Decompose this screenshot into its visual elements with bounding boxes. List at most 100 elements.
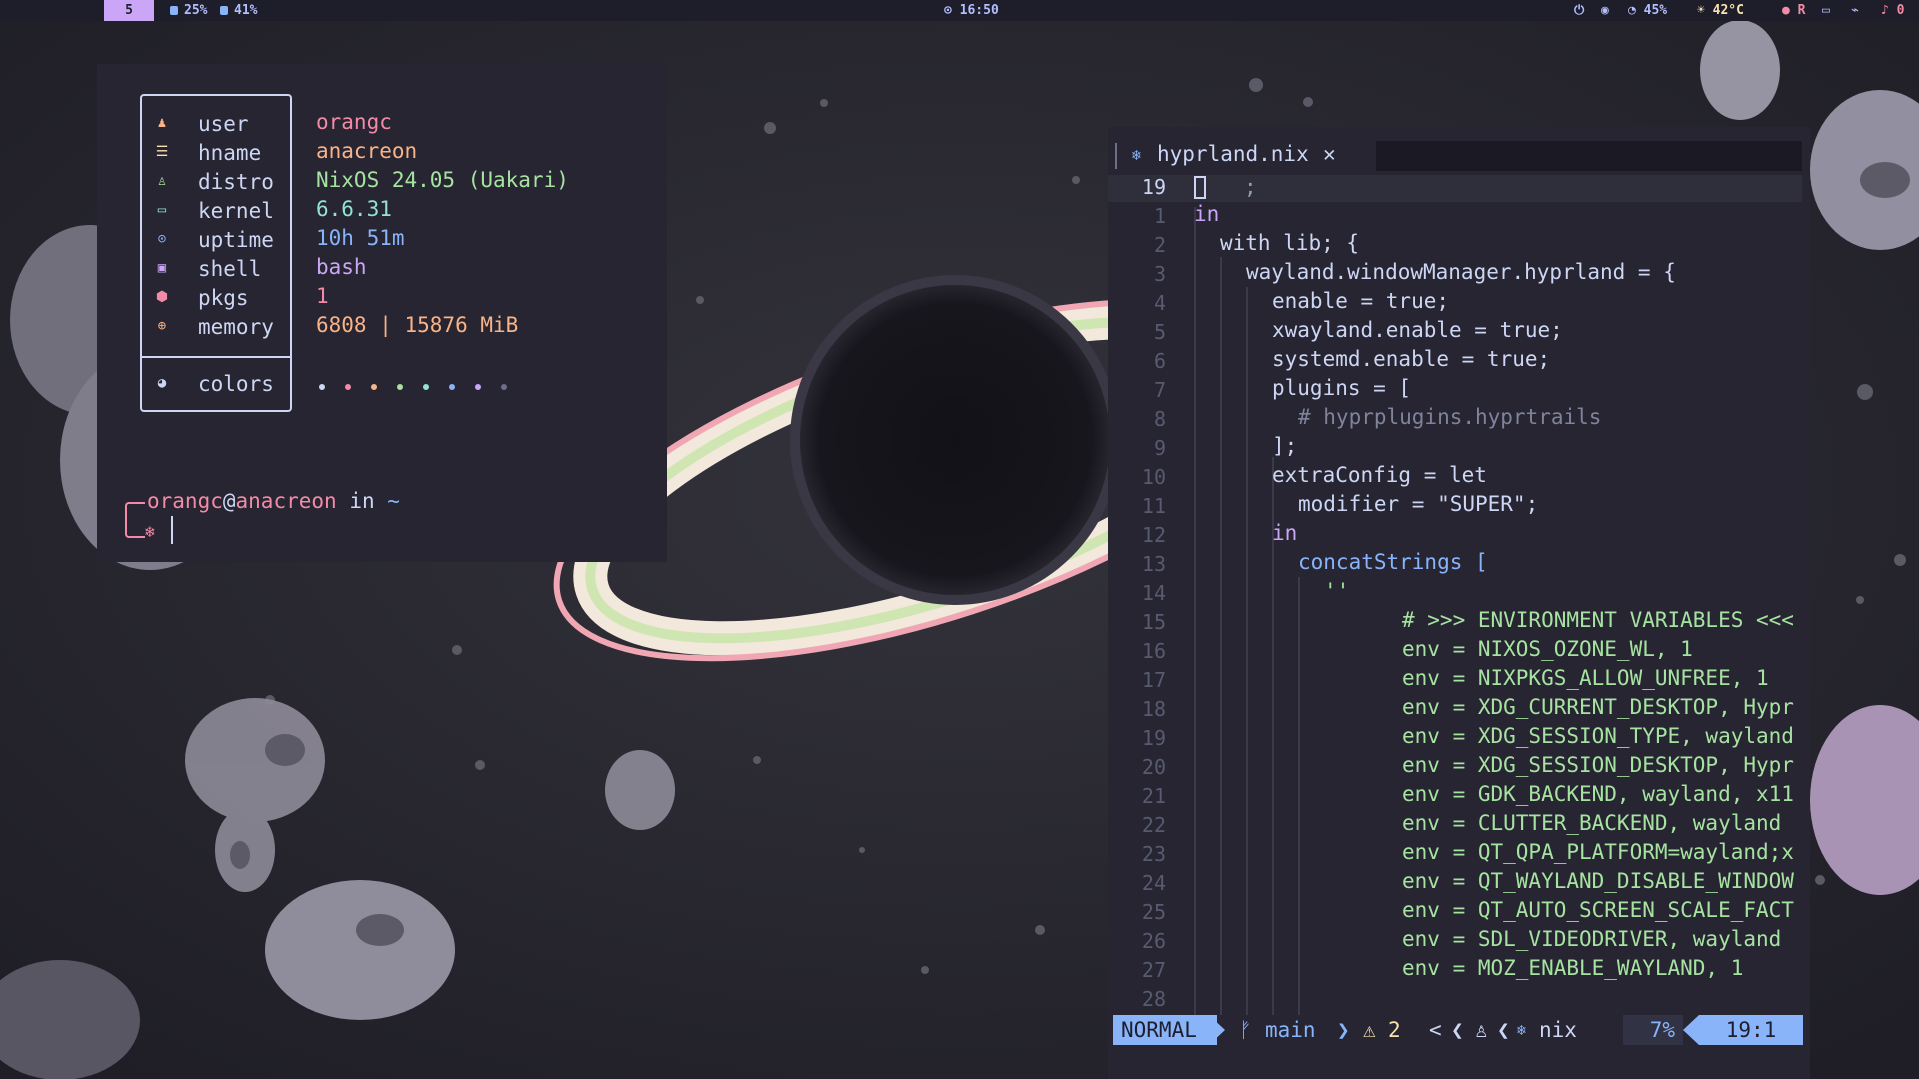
- line-number: 14: [1141, 581, 1166, 605]
- code-line[interactable]: in: [1194, 202, 1219, 226]
- package-icon: ⬢: [155, 289, 169, 305]
- fetch-label: pkgs: [198, 286, 249, 310]
- code-line[interactable]: in: [1272, 521, 1297, 545]
- distro-icon: ♙: [157, 173, 167, 189]
- power-icon[interactable]: ⏻: [1574, 0, 1584, 21]
- chevron-left-icon: <: [1429, 1018, 1442, 1042]
- code-line[interactable]: env = CLUTTER_BACKEND, wayland: [1402, 811, 1781, 835]
- code-line[interactable]: env = SDL_VIDEODRIVER, wayland: [1402, 927, 1781, 951]
- editor-cursor: [1194, 176, 1206, 199]
- git-branch[interactable]: main: [1265, 1015, 1316, 1045]
- close-icon[interactable]: ✕: [1323, 142, 1336, 166]
- tabline: ❄ hyprland.nix ✕: [1108, 141, 1802, 171]
- git-branch-icon: ᚠ: [1239, 1018, 1252, 1042]
- code-line[interactable]: env = NIXPKGS_ALLOW_UNFREE, 1: [1402, 666, 1769, 690]
- code-line[interactable]: # >>> ENVIRONMENT VARIABLES <<<: [1402, 608, 1794, 632]
- palette-swatch: [397, 384, 403, 390]
- code-line[interactable]: with lib; {: [1220, 231, 1359, 255]
- code-line[interactable]: env = NIXOS_OZONE_WL, 1: [1402, 637, 1693, 661]
- code-line[interactable]: concatStrings [: [1298, 550, 1488, 574]
- eye-icon[interactable]: ◉: [1601, 0, 1609, 21]
- fetch-label-box: ♟ user ☰ hname ♙ distro ▭ kernel ⊙ uptime ▣ sh…: [140, 94, 292, 412]
- line-number: 22: [1141, 813, 1166, 837]
- hostname-icon: ☰: [155, 144, 169, 160]
- line-number: 10: [1141, 465, 1166, 489]
- code-line[interactable]: extraConfig = let: [1272, 463, 1487, 487]
- line-number: 13: [1141, 552, 1166, 576]
- fetch-value-user: orangc: [316, 110, 392, 134]
- fetch-label: memory: [198, 315, 274, 339]
- code-line[interactable]: env = XDG_CURRENT_DESKTOP, Hypr: [1402, 695, 1794, 719]
- code-line[interactable]: env = GDK_BACKEND, wayland, x11: [1402, 782, 1794, 806]
- fetch-value-uptime: 10h 51m: [316, 226, 405, 250]
- sun-icon: ☀: [1697, 3, 1713, 18]
- terminal-cursor[interactable]: [171, 516, 173, 544]
- line-number: 25: [1141, 900, 1166, 924]
- tab-hyprland-nix[interactable]: ❄ hyprland.nix ✕: [1123, 141, 1351, 171]
- prompt-dir: ~: [387, 489, 400, 513]
- bluetooth-icon[interactable]: ⌁: [1851, 0, 1859, 21]
- battery[interactable]: ◔ 45%: [1628, 0, 1667, 21]
- palette-swatch: [501, 384, 507, 390]
- code-line[interactable]: env = XDG_SESSION_TYPE, wayland: [1402, 724, 1794, 748]
- statusline: NORMAL ᚠ main ❯ ⚠ 2 < ❮ ♙ ❮ ❄ nix 7% 19:…: [1113, 1015, 1803, 1045]
- palette-swatch: [423, 384, 429, 390]
- terminal-window[interactable]: ♟ user ☰ hname ♙ distro ▭ kernel ⊙ uptime ▣ sh…: [97, 64, 667, 562]
- nix-icon: ❄: [1132, 146, 1142, 164]
- warning-icon: ⚠: [1363, 1018, 1376, 1042]
- code-line[interactable]: enable = true;: [1272, 289, 1449, 313]
- line-number: 12: [1141, 523, 1166, 547]
- code-line[interactable]: ];: [1272, 434, 1297, 458]
- notification-count: 0: [1896, 3, 1905, 18]
- code-line[interactable]: modifier = "SUPER";: [1298, 492, 1538, 516]
- screen-icon[interactable]: ▭: [1822, 0, 1830, 21]
- current-line-text: ;: [1244, 175, 1257, 199]
- code-line[interactable]: # hyprplugins.hyprtrails: [1298, 405, 1601, 429]
- code-line[interactable]: xwayland.enable = true;: [1272, 318, 1563, 342]
- code-line[interactable]: env = XDG_SESSION_DESKTOP, Hypr: [1402, 753, 1794, 777]
- fetch-divider: [142, 356, 290, 358]
- position-separator: [1683, 1015, 1699, 1045]
- code-line[interactable]: env = QT_WAYLAND_DISABLE_WINDOW: [1402, 869, 1794, 893]
- code-line[interactable]: systemd.enable = true;: [1272, 347, 1550, 371]
- current-line-number: 19: [1141, 175, 1166, 199]
- clock[interactable]: ⊙ 16:50: [944, 0, 999, 21]
- uptime-icon: ⊙: [157, 231, 167, 247]
- status-bar: 5 25% 41% ⊙ 16:50 ⏻ ◉ ◔ 45% ☀ 42°C ● R ▭…: [0, 0, 1919, 21]
- palette-swatch: [319, 384, 325, 390]
- nix-filetype-icon: ❄: [1517, 1021, 1527, 1039]
- shell-icon: ▣: [157, 260, 167, 276]
- ram-usage: 41%: [220, 0, 257, 21]
- editor-window[interactable]: ❄ hyprland.nix ✕ 19 ; 1 in 2 with lib; {3 wa…: [1108, 127, 1810, 1079]
- code-line[interactable]: wayland.windowManager.hyprland = {: [1246, 260, 1676, 284]
- warning-count[interactable]: 2: [1388, 1015, 1401, 1045]
- code-line[interactable]: env = QT_AUTO_SCREEN_SCALE_FACT: [1402, 898, 1794, 922]
- notifications[interactable]: ♪ 0: [1881, 0, 1904, 21]
- cursor-position: 19:1: [1699, 1015, 1803, 1045]
- code-line[interactable]: '': [1324, 579, 1349, 603]
- weather[interactable]: ☀ 42°C: [1697, 0, 1744, 21]
- clock-icon: ⊙: [944, 3, 960, 18]
- fetch-value-distro: NixOS 24.05 (Uakari): [316, 168, 569, 192]
- code-line[interactable]: env = MOZ_ENABLE_WAYLAND, 1: [1402, 956, 1743, 980]
- palette-icon: ◕: [157, 375, 167, 391]
- mode-separator: [1209, 1015, 1225, 1045]
- line-number: 7: [1153, 378, 1166, 402]
- record-indicator[interactable]: ● R: [1782, 0, 1805, 21]
- current-line[interactable]: 19 ;: [1108, 175, 1802, 202]
- fetch-label: kernel: [198, 199, 274, 223]
- line-number: 23: [1141, 842, 1166, 866]
- battery-icon: ◔: [1628, 3, 1644, 18]
- user-icon: ♟: [157, 115, 167, 131]
- workspace-indicator[interactable]: 5: [104, 0, 154, 21]
- tab-label: hyprland.nix: [1157, 142, 1309, 166]
- kernel-icon: ▭: [157, 202, 167, 218]
- code-line[interactable]: env = QT_QPA_PLATFORM=wayland;x: [1402, 840, 1794, 864]
- weather-value: 42°C: [1712, 3, 1744, 18]
- lsp-icon: ♙: [1475, 1018, 1488, 1042]
- code-line[interactable]: plugins = [: [1272, 376, 1411, 400]
- line-number: 8: [1153, 407, 1166, 431]
- fetch-label: uptime: [198, 228, 274, 252]
- chevron-left-icon: ❮: [1497, 1018, 1510, 1042]
- mode-indicator: NORMAL: [1113, 1015, 1217, 1045]
